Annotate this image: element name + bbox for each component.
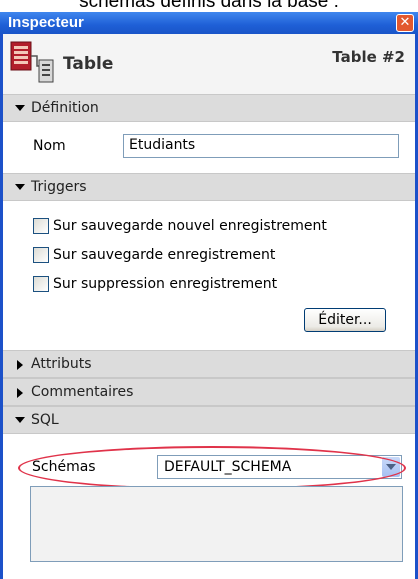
trigger-checkbox[interactable] [33, 247, 49, 263]
sql-text-area[interactable] [30, 486, 403, 562]
table-number: Table #2 [332, 48, 405, 66]
section-attributs[interactable]: Attributs [3, 350, 415, 378]
section-attributs-label: Attributs [31, 356, 92, 372]
highlight-ellipse [18, 446, 406, 490]
triangle-down-icon [15, 417, 25, 423]
section-sql-label: SQL [31, 412, 59, 428]
table-name-title: Table [63, 54, 114, 74]
section-triggers[interactable]: Triggers [3, 173, 415, 201]
triangle-down-icon [15, 184, 25, 190]
section-definition-label: Définition [31, 100, 99, 116]
edit-button[interactable]: Éditer... [304, 308, 386, 332]
section-commentaires[interactable]: Commentaires [3, 378, 415, 406]
name-field[interactable]: Etudiants [123, 134, 399, 158]
close-button[interactable]: ✕ [396, 14, 414, 32]
trigger-checkbox[interactable] [33, 276, 49, 292]
trigger-label: Sur sauvegarde nouvel enregistrement [53, 218, 327, 234]
trigger-label: Sur sauvegarde enregistrement [53, 247, 276, 263]
section-sql[interactable]: SQL [3, 406, 415, 434]
section-triggers-label: Triggers [31, 179, 87, 195]
triangle-right-icon [17, 360, 23, 370]
table-icon [10, 41, 54, 83]
window-title: Inspecteur [8, 14, 84, 31]
inspector-header: Table Table #2 [3, 34, 415, 94]
triangle-right-icon [17, 388, 23, 398]
section-commentaires-label: Commentaires [31, 384, 134, 400]
title-bar[interactable]: Inspecteur ✕ [0, 12, 418, 34]
section-definition[interactable]: Définition [3, 94, 415, 122]
caption-text: schémas définis dans la base : [79, 0, 339, 12]
trigger-checkbox[interactable] [33, 218, 49, 234]
trigger-label: Sur suppression enregistrement [53, 276, 278, 292]
name-label: Nom [33, 138, 66, 154]
triangle-down-icon [15, 105, 25, 111]
